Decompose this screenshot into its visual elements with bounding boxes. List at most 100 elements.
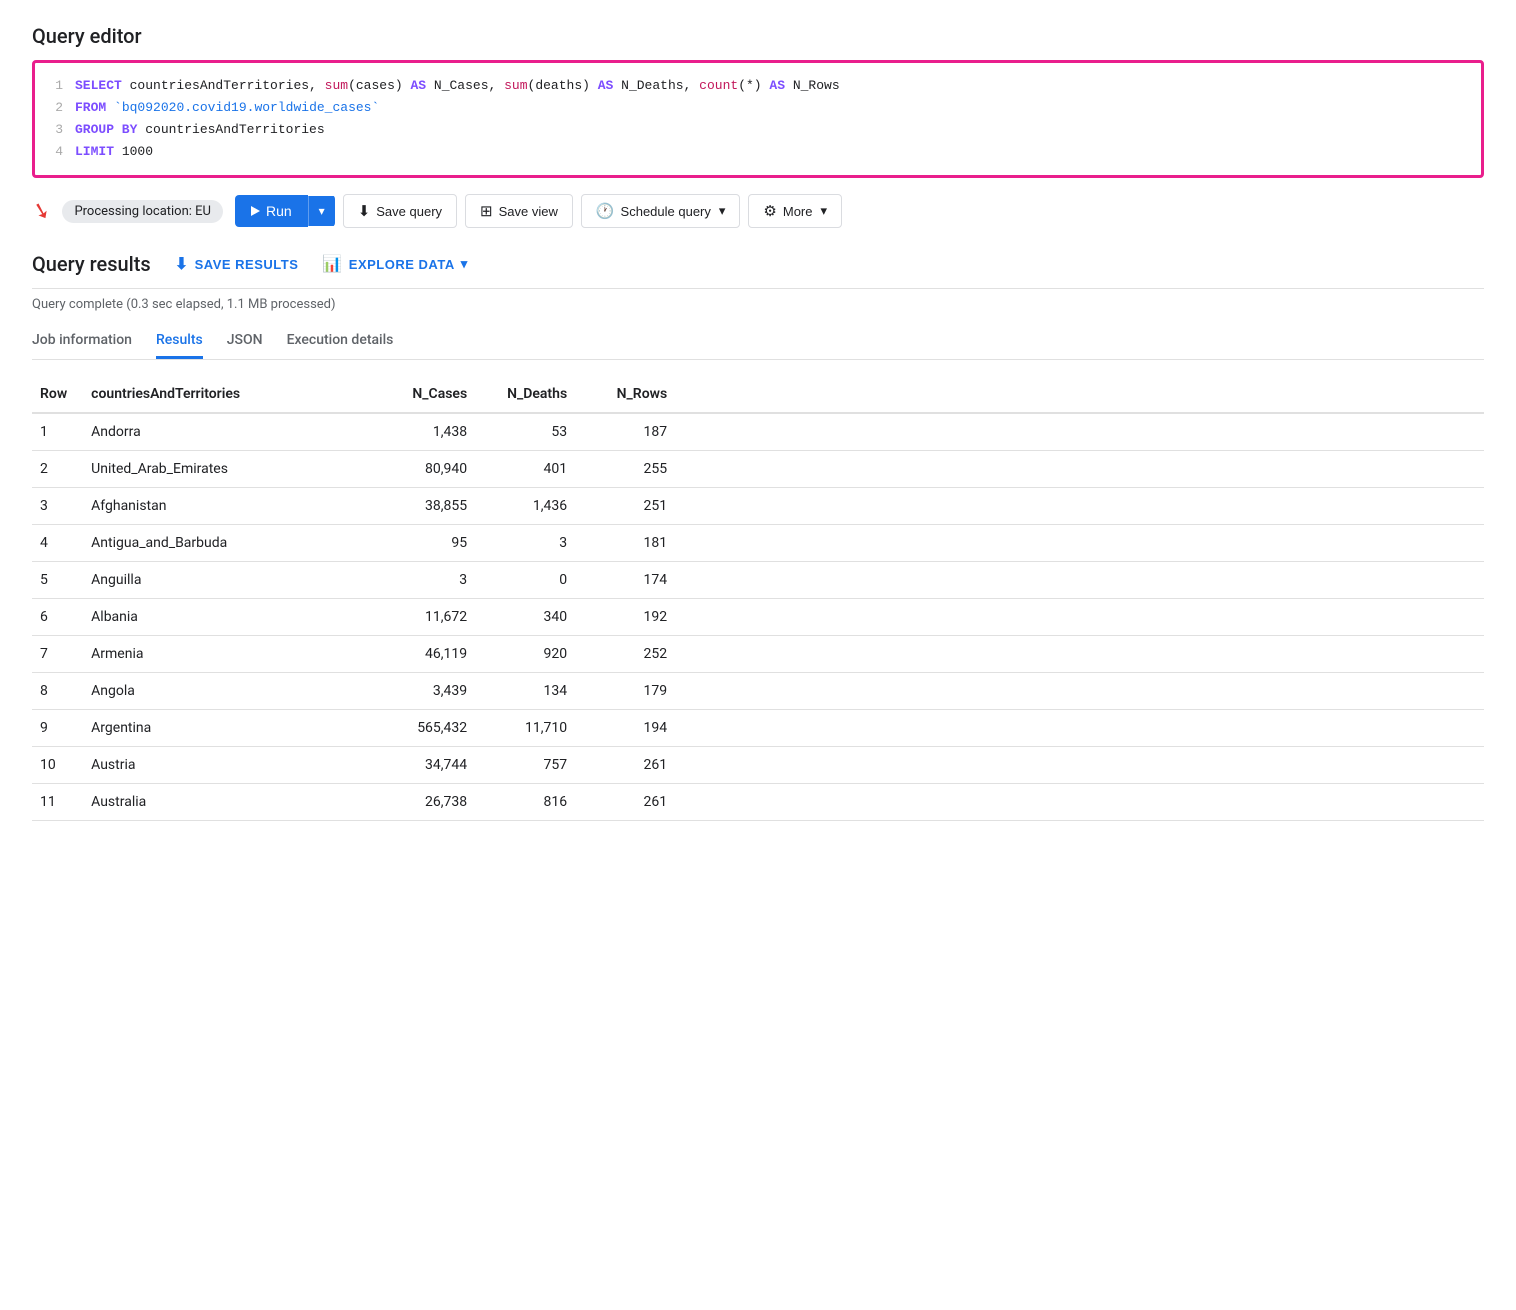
results-header: Query results ⬇ SAVE RESULTS 📊 EXPLORE D… xyxy=(32,252,1484,289)
cell-nrows: 255 xyxy=(583,451,683,488)
cell-ndeaths: 757 xyxy=(483,747,583,784)
cell-country: Argentina xyxy=(83,710,363,747)
cell-ndeaths: 0 xyxy=(483,562,583,599)
cell-nrows: 181 xyxy=(583,525,683,562)
cell-nrows: 252 xyxy=(583,636,683,673)
table-row: 6 Albania 11,672 340 192 xyxy=(32,599,1484,636)
query-status: Query complete (0.3 sec elapsed, 1.1 MB … xyxy=(32,297,1484,312)
cell-ncases: 95 xyxy=(363,525,483,562)
cell-extra xyxy=(683,525,1484,562)
cell-row-number: 2 xyxy=(32,451,83,488)
query-line-1: 1 SELECT countriesAndTerritories, sum(ca… xyxy=(51,75,1465,97)
cell-country: Andorra xyxy=(83,413,363,451)
gear-icon: ⚙ xyxy=(763,202,776,220)
explore-dropdown-icon: ▾ xyxy=(461,256,468,272)
query-text-3: GROUP BY countriesAndTerritories xyxy=(75,119,325,141)
run-button-group[interactable]: Run ▾ xyxy=(235,195,335,227)
more-button[interactable]: ⚙ More ▾ xyxy=(748,194,842,228)
tab-execution-details[interactable]: Execution details xyxy=(287,324,394,359)
col-header-extra xyxy=(683,376,1484,413)
cell-ndeaths: 340 xyxy=(483,599,583,636)
cell-nrows: 179 xyxy=(583,673,683,710)
more-dropdown-icon: ▾ xyxy=(821,203,828,219)
results-table: Row countriesAndTerritories N_Cases N_De… xyxy=(32,376,1484,821)
query-text-4: LIMIT 1000 xyxy=(75,141,153,163)
cell-row-number: 5 xyxy=(32,562,83,599)
save-query-button[interactable]: ⬇ Save query xyxy=(343,194,457,228)
cell-country: Afghanistan xyxy=(83,488,363,525)
cell-nrows: 261 xyxy=(583,784,683,821)
save-view-icon: ⊞ xyxy=(480,202,493,220)
cell-ncases: 34,744 xyxy=(363,747,483,784)
line-number-1: 1 xyxy=(51,75,63,97)
editor-title: Query editor xyxy=(32,24,1484,48)
schedule-query-label: Schedule query xyxy=(621,204,711,219)
cell-row-number: 10 xyxy=(32,747,83,784)
cell-row-number: 3 xyxy=(32,488,83,525)
explore-data-label: EXPLORE DATA xyxy=(349,257,455,272)
run-dropdown-button[interactable]: ▾ xyxy=(308,196,335,226)
cell-row-number: 4 xyxy=(32,525,83,562)
cell-ndeaths: 3 xyxy=(483,525,583,562)
cell-row-number: 8 xyxy=(32,673,83,710)
table-row: 4 Antigua_and_Barbuda 95 3 181 xyxy=(32,525,1484,562)
results-title: Query results xyxy=(32,252,151,276)
table-row: 1 Andorra 1,438 53 187 xyxy=(32,413,1484,451)
table-row: 9 Argentina 565,432 11,710 194 xyxy=(32,710,1484,747)
cell-extra xyxy=(683,710,1484,747)
play-icon xyxy=(251,206,260,216)
query-line-4: 4 LIMIT 1000 xyxy=(51,141,1465,163)
run-button[interactable]: Run xyxy=(235,195,308,227)
cell-extra xyxy=(683,599,1484,636)
tab-results[interactable]: Results xyxy=(156,324,203,359)
query-text-2: FROM `bq092020.covid19.worldwide_cases` xyxy=(75,97,379,119)
query-text-1: SELECT countriesAndTerritories, sum(case… xyxy=(75,75,840,97)
save-results-label: SAVE RESULTS xyxy=(195,257,299,272)
cell-extra xyxy=(683,488,1484,525)
col-header-row: Row xyxy=(32,376,83,413)
cell-extra xyxy=(683,562,1484,599)
cell-country: United_Arab_Emirates xyxy=(83,451,363,488)
run-label: Run xyxy=(266,203,292,219)
table-header-row: Row countriesAndTerritories N_Cases N_De… xyxy=(32,376,1484,413)
cell-row-number: 6 xyxy=(32,599,83,636)
cell-ncases: 46,119 xyxy=(363,636,483,673)
save-query-icon: ⬇ xyxy=(358,202,371,220)
cell-row-number: 11 xyxy=(32,784,83,821)
cell-row-number: 9 xyxy=(32,710,83,747)
cell-extra xyxy=(683,636,1484,673)
schedule-dropdown-icon: ▾ xyxy=(719,203,726,219)
table-row: 7 Armenia 46,119 920 252 xyxy=(32,636,1484,673)
cell-country: Albania xyxy=(83,599,363,636)
table-row: 3 Afghanistan 38,855 1,436 251 xyxy=(32,488,1484,525)
cell-nrows: 192 xyxy=(583,599,683,636)
toolbar: ➘ Processing location: EU Run ▾ ⬇ Save q… xyxy=(32,194,1484,228)
chart-icon: 📊 xyxy=(322,254,342,274)
col-header-ndeaths: N_Deaths xyxy=(483,376,583,413)
cell-ndeaths: 920 xyxy=(483,636,583,673)
line-number-3: 3 xyxy=(51,119,63,141)
cell-country: Armenia xyxy=(83,636,363,673)
save-view-button[interactable]: ⊞ Save view xyxy=(465,194,573,228)
cell-ncases: 1,438 xyxy=(363,413,483,451)
cell-ncases: 11,672 xyxy=(363,599,483,636)
explore-data-button[interactable]: 📊 EXPLORE DATA ▾ xyxy=(322,254,467,274)
clock-icon: 🕐 xyxy=(596,202,615,220)
tab-json[interactable]: JSON xyxy=(227,324,263,359)
cell-ndeaths: 816 xyxy=(483,784,583,821)
cell-nrows: 261 xyxy=(583,747,683,784)
query-editor[interactable]: 1 SELECT countriesAndTerritories, sum(ca… xyxy=(32,60,1484,178)
cell-country: Angola xyxy=(83,673,363,710)
cell-ncases: 3 xyxy=(363,562,483,599)
cell-country: Australia xyxy=(83,784,363,821)
cell-extra xyxy=(683,413,1484,451)
table-row: 8 Angola 3,439 134 179 xyxy=(32,673,1484,710)
cell-country: Anguilla xyxy=(83,562,363,599)
table-row: 2 United_Arab_Emirates 80,940 401 255 xyxy=(32,451,1484,488)
tab-job-information[interactable]: Job information xyxy=(32,324,132,359)
schedule-query-button[interactable]: 🕐 Schedule query ▾ xyxy=(581,194,741,228)
cell-extra xyxy=(683,747,1484,784)
cell-country: Austria xyxy=(83,747,363,784)
save-results-button[interactable]: ⬇ SAVE RESULTS xyxy=(175,254,299,274)
col-header-country: countriesAndTerritories xyxy=(83,376,363,413)
